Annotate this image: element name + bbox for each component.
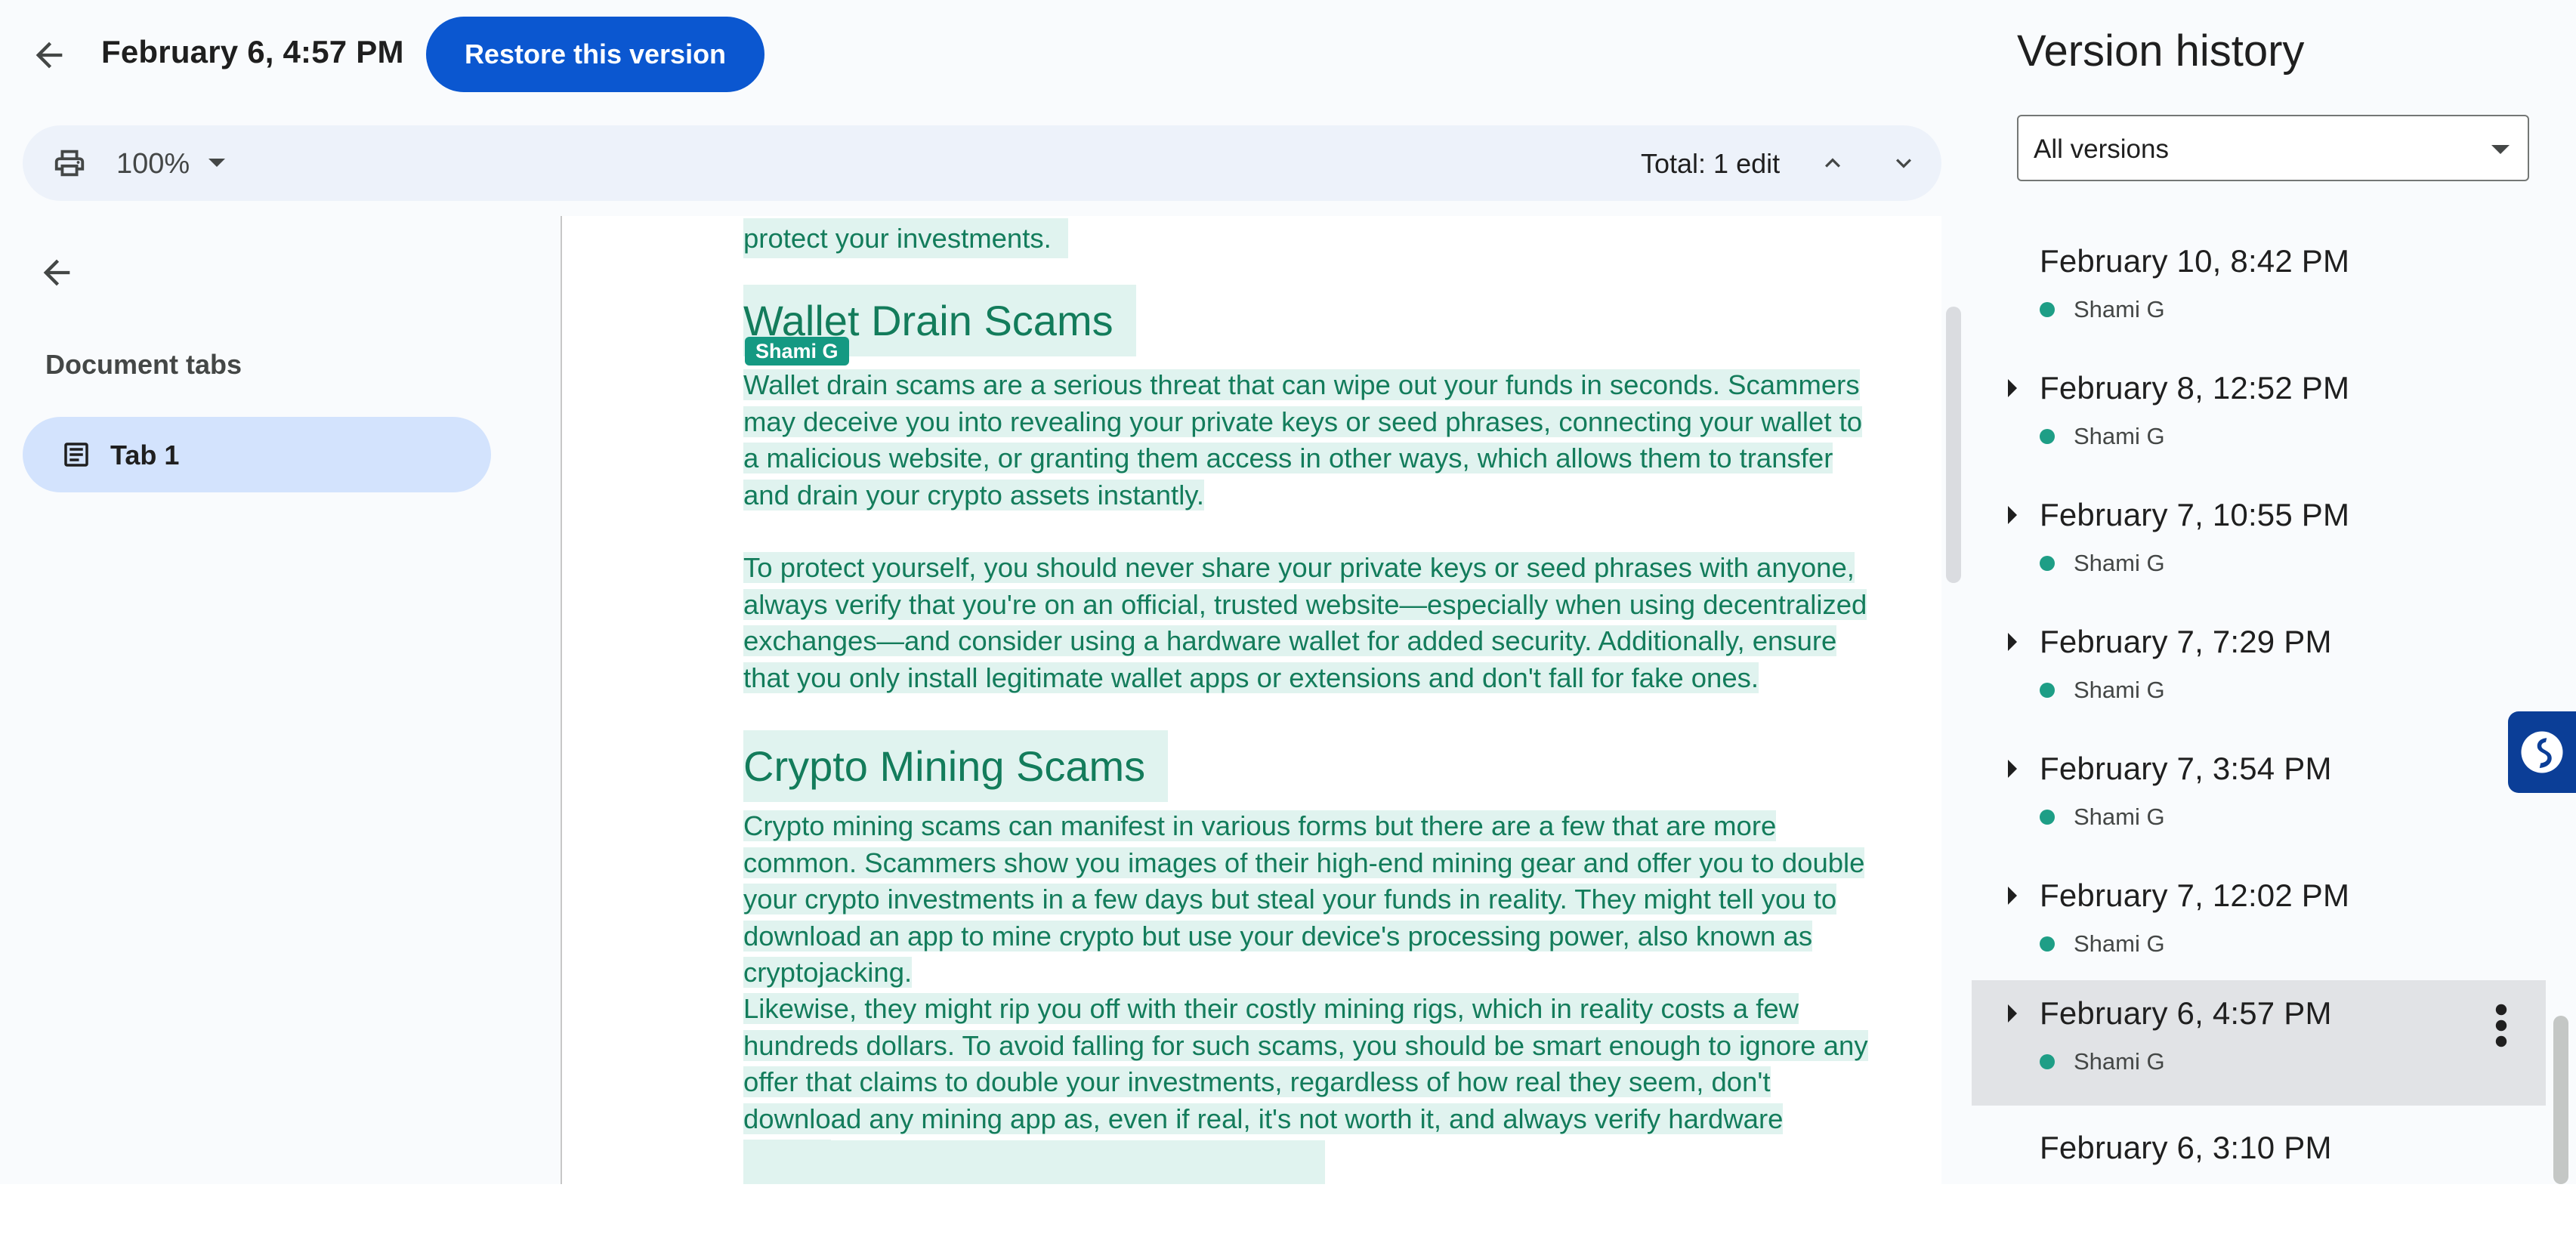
- version-item[interactable]: February 10, 8:42 PM Shami G: [1972, 228, 2546, 353]
- highlight-block: [743, 1140, 1325, 1184]
- paragraph: protect your investments.: [743, 218, 1876, 258]
- document-viewer: February 6, 4:57 PM Restore this version…: [0, 0, 1972, 1184]
- author-dot-icon: [2040, 429, 2055, 444]
- history-scrollbar[interactable]: [2553, 1016, 2568, 1184]
- chevron-down-icon: [1896, 159, 1911, 168]
- chevron-up-icon: [1825, 158, 1840, 168]
- close-tabs-panel-button[interactable]: [30, 246, 83, 299]
- toolbar: 100% Total: 1 edit: [23, 125, 1941, 201]
- version-history-title: Version history: [2017, 26, 2305, 76]
- tab-label: Tab 1: [110, 440, 180, 470]
- top-bar: February 6, 4:57 PM Restore this version: [0, 0, 1972, 110]
- document-tabs-panel: Document tabs Tab 1: [0, 219, 559, 1184]
- expand-arrow-icon[interactable]: [2008, 379, 2017, 397]
- filter-value: All versions: [2034, 134, 2169, 164]
- previous-edit-button[interactable]: [1812, 142, 1854, 184]
- paragraph: To protect yourself, you should never sh…: [743, 552, 1867, 693]
- total-edits-label: Total: 1 edit: [1641, 148, 1781, 179]
- expand-arrow-icon[interactable]: [2008, 633, 2017, 651]
- expand-arrow-icon[interactable]: [2008, 760, 2017, 778]
- version-item-selected[interactable]: February 6, 4:57 PM Shami G: [1972, 980, 2546, 1106]
- version-date: February 8, 12:52 PM: [2040, 370, 2350, 406]
- version-item[interactable]: February 6, 3:10 PM: [1972, 1115, 2546, 1240]
- assistant-logo-icon: [2521, 731, 2563, 773]
- version-author: Shami G: [2074, 423, 2165, 449]
- version-date: February 6, 3:10 PM: [2040, 1130, 2332, 1165]
- version-item[interactable]: February 7, 10:55 PM Shami G: [1972, 482, 2546, 607]
- author-dot-icon: [2040, 810, 2055, 825]
- version-author: Shami G: [2074, 550, 2165, 576]
- author-dot-icon: [2040, 556, 2055, 571]
- expand-arrow-icon[interactable]: [2008, 1004, 2017, 1023]
- section-heading: Crypto Mining Scams: [743, 730, 1169, 802]
- author-dot-icon: [2040, 302, 2055, 317]
- version-title: February 6, 4:57 PM: [101, 34, 404, 69]
- zoom-select[interactable]: 100%: [116, 148, 190, 180]
- paragraph: Crypto mining scams can manifest in vari…: [743, 810, 1865, 989]
- document-icon: [64, 443, 88, 467]
- version-history-panel: Version history All versions February 10…: [1972, 0, 2576, 1184]
- arrow-left-icon: [36, 42, 63, 69]
- document-scrollbar[interactable]: [1946, 307, 1961, 583]
- version-date: February 7, 3:54 PM: [2040, 751, 2332, 786]
- document-tabs-heading: Document tabs: [45, 349, 242, 380]
- version-author: Shami G: [2074, 677, 2165, 703]
- version-author: Shami G: [2074, 296, 2165, 322]
- version-author: Shami G: [2074, 804, 2165, 830]
- version-date: February 6, 4:57 PM: [2040, 995, 2332, 1031]
- version-item[interactable]: February 7, 7:29 PM Shami G: [1972, 609, 2546, 734]
- version-author: Shami G: [2074, 930, 2165, 957]
- print-icon[interactable]: [51, 146, 88, 180]
- caret-down-icon: [2491, 145, 2510, 154]
- version-item[interactable]: February 8, 12:52 PM Shami G: [1972, 355, 2546, 480]
- expand-arrow-icon[interactable]: [2008, 506, 2017, 524]
- paragraph: Wallet drain scams are a serious threat …: [743, 369, 1863, 510]
- version-date: February 7, 12:02 PM: [2040, 878, 2350, 913]
- document-page: protect your investments. Wallet Drain S…: [561, 216, 1941, 1184]
- arrow-left-icon: [43, 259, 70, 286]
- tab-1[interactable]: Tab 1: [23, 417, 491, 492]
- author-dot-icon: [2040, 683, 2055, 698]
- more-options-icon[interactable]: [2490, 1003, 2513, 1048]
- version-date: February 7, 7:29 PM: [2040, 624, 2332, 659]
- assistant-widget-button[interactable]: [2508, 711, 2576, 793]
- version-filter-select[interactable]: All versions: [2017, 115, 2529, 181]
- back-button[interactable]: [23, 29, 76, 82]
- expand-arrow-icon[interactable]: [2008, 887, 2017, 905]
- author-chip: Shami G: [745, 337, 849, 366]
- version-date: February 10, 8:42 PM: [2040, 243, 2350, 279]
- version-author: Shami G: [2074, 1048, 2165, 1075]
- author-dot-icon: [2040, 1054, 2055, 1069]
- author-dot-icon: [2040, 936, 2055, 952]
- restore-version-button[interactable]: Restore this version: [426, 17, 764, 92]
- next-edit-button[interactable]: [1883, 142, 1925, 184]
- version-item[interactable]: February 7, 3:54 PM Shami G: [1972, 736, 2546, 861]
- caret-down-icon[interactable]: [208, 159, 225, 167]
- version-item[interactable]: February 7, 12:02 PM Shami G: [1972, 862, 2546, 988]
- version-date: February 7, 10:55 PM: [2040, 497, 2350, 532]
